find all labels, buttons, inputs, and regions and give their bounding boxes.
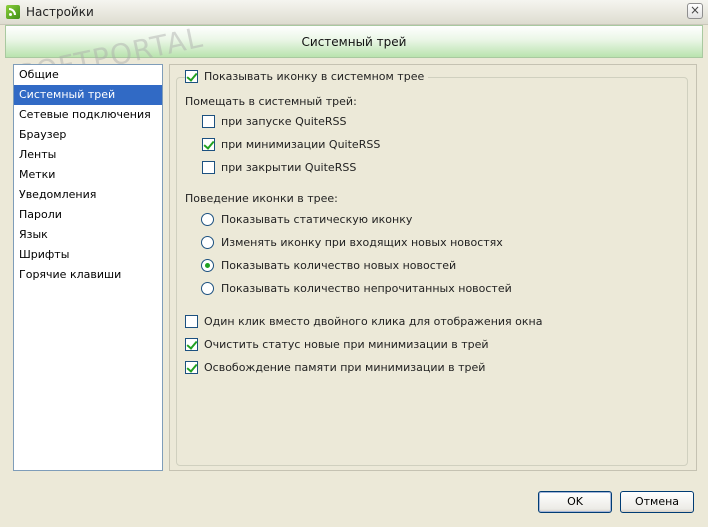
settings-category-list[interactable]: Общие Системный трей Сетевые подключения…: [13, 64, 163, 471]
sidebar-item-notifications[interactable]: Уведомления: [14, 185, 162, 205]
single-click-option[interactable]: Один клик вместо двойного клика для отоб…: [185, 315, 542, 328]
behavior-change-option[interactable]: Изменять иконку при входящих новых новос…: [201, 236, 503, 249]
behavior-unread-count-option[interactable]: Показывать количество непрочитанных ново…: [201, 282, 512, 295]
sidebar-item-language[interactable]: Язык: [14, 225, 162, 245]
title-bar: Настройки ×: [0, 0, 708, 25]
sidebar-item-fonts[interactable]: Шрифты: [14, 245, 162, 265]
sidebar-item-labels[interactable]: Метки: [14, 165, 162, 185]
behavior-new-count-label: Показывать количество новых новостей: [221, 259, 457, 272]
behavior-static-option[interactable]: Показывать статическую иконку: [201, 213, 412, 226]
show-tray-icon-option[interactable]: Показывать иконку в системном трее: [185, 70, 429, 83]
show-tray-icon-label: Показывать иконку в системном трее: [204, 70, 425, 83]
behavior-unread-count-radio[interactable]: [201, 282, 214, 295]
place-on-close-option[interactable]: при закрытии QuiteRSS: [202, 161, 356, 174]
sidebar-item-general[interactable]: Общие: [14, 65, 162, 85]
behavior-static-label: Показывать статическую иконку: [221, 213, 413, 226]
show-tray-icon-checkbox[interactable]: [185, 70, 198, 83]
place-on-start-label: при запуске QuiteRSS: [221, 115, 347, 128]
place-on-close-label: при закрытии QuiteRSS: [221, 161, 357, 174]
sidebar-item-browser[interactable]: Браузер: [14, 125, 162, 145]
cancel-button[interactable]: Отмена: [620, 491, 694, 513]
single-click-label: Один клик вместо двойного клика для отоб…: [204, 315, 543, 328]
place-on-start-option[interactable]: при запуске QuiteRSS: [202, 115, 346, 128]
sidebar-item-feeds[interactable]: Ленты: [14, 145, 162, 165]
page-title: Системный трей: [301, 35, 407, 49]
rss-app-icon: [6, 5, 20, 19]
place-on-start-checkbox[interactable]: [202, 115, 215, 128]
settings-panel: Показывать иконку в системном трее Помещ…: [169, 64, 697, 471]
ok-button[interactable]: OK: [538, 491, 612, 513]
behavior-change-radio[interactable]: [201, 236, 214, 249]
free-memory-option[interactable]: Освобождение памяти при минимизации в тр…: [185, 361, 485, 374]
single-click-checkbox[interactable]: [185, 315, 198, 328]
behavior-change-label: Изменять иконку при входящих новых новос…: [221, 236, 503, 249]
icon-behavior-label: Поведение иконки в трее:: [185, 192, 338, 205]
free-memory-checkbox[interactable]: [185, 361, 198, 374]
sidebar-item-hotkeys[interactable]: Горячие клавиши: [14, 265, 162, 285]
behavior-new-count-option[interactable]: Показывать количество новых новостей: [201, 259, 456, 272]
window-title: Настройки: [26, 5, 94, 19]
behavior-unread-count-label: Показывать количество непрочитанных ново…: [221, 282, 512, 295]
page-header: SOFTPORTAL Системный трей: [5, 21, 703, 92]
place-in-tray-label: Помещать в системный трей:: [185, 95, 357, 108]
place-on-minimize-checkbox[interactable]: [202, 138, 215, 151]
clear-new-status-label: Очистить статус новые при минимизации в …: [204, 338, 489, 351]
place-on-minimize-option[interactable]: при минимизации QuiteRSS: [202, 138, 380, 151]
close-button[interactable]: ×: [687, 3, 703, 19]
sidebar-item-passwords[interactable]: Пароли: [14, 205, 162, 225]
settings-window: Настройки × SOFTPORTAL Системный трей Об…: [0, 0, 708, 527]
sidebar-item-system-tray[interactable]: Системный трей: [14, 85, 162, 105]
place-on-close-checkbox[interactable]: [202, 161, 215, 174]
free-memory-label: Освобождение памяти при минимизации в тр…: [204, 361, 486, 374]
clear-new-status-checkbox[interactable]: [185, 338, 198, 351]
behavior-static-radio[interactable]: [201, 213, 214, 226]
sidebar-item-network[interactable]: Сетевые подключения: [14, 105, 162, 125]
place-on-minimize-label: при минимизации QuiteRSS: [221, 138, 381, 151]
clear-new-status-option[interactable]: Очистить статус новые при минимизации в …: [185, 338, 489, 351]
behavior-new-count-radio[interactable]: [201, 259, 214, 272]
